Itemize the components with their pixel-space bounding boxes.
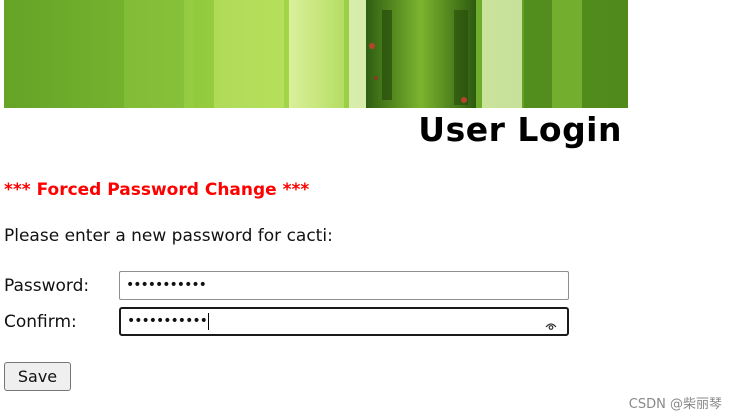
eye-icon[interactable] [545,316,557,330]
forced-password-notice: *** Forced Password Change *** [4,180,310,200]
confirm-label: Confirm: [4,312,77,332]
instruction-text: Please enter a new password for cacti: [4,226,333,246]
password-field[interactable]: ••••••••••• [119,271,569,300]
password-label: Password: [4,276,90,296]
save-button[interactable]: Save [4,362,71,391]
banner-image [4,0,628,108]
confirm-field[interactable]: ••••••••••• [119,307,569,336]
password-field-value: ••••••••••• [126,277,207,293]
watermark-text: CSDN @柴丽琴 [628,397,722,412]
confirm-field-value: ••••••••••• [127,313,208,329]
text-caret [207,312,209,330]
login-title: User Login [418,110,622,149]
